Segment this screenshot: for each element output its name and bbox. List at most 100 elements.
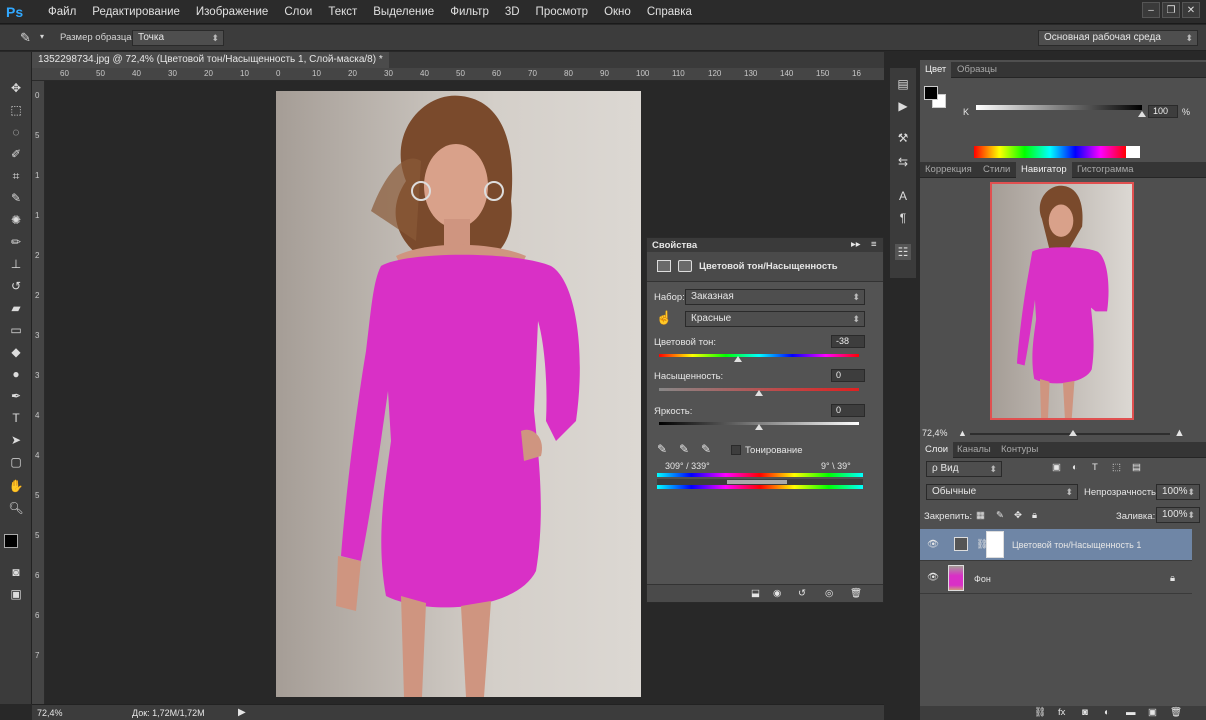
visibility-eye-icon[interactable]: 👁︎ bbox=[927, 572, 939, 583]
new-layer-icon[interactable]: ▣ bbox=[1148, 707, 1157, 718]
targeted-adjustment-hand-icon[interactable]: ☝ bbox=[656, 310, 672, 326]
saturation-value-input[interactable]: 0 bbox=[831, 369, 865, 382]
menu-item[interactable]: Слои bbox=[276, 6, 320, 18]
menu-item[interactable]: Редактирование bbox=[84, 6, 188, 18]
colorize-checkbox[interactable] bbox=[731, 445, 741, 455]
zoom-out-icon[interactable]: ▲ bbox=[958, 428, 967, 438]
layer-style-icon[interactable]: fx bbox=[1058, 707, 1065, 718]
blur-tool-icon[interactable]: ◆ bbox=[8, 344, 24, 360]
brush-tool-icon[interactable]: ✏ bbox=[8, 234, 24, 250]
k-slider-track[interactable] bbox=[976, 105, 1142, 110]
new-group-icon[interactable]: ▬ bbox=[1126, 707, 1136, 718]
foreground-color-swatch[interactable] bbox=[4, 534, 18, 548]
saturation-slider-thumb[interactable] bbox=[755, 390, 763, 396]
delete-layer-icon[interactable]: 🗑︎ bbox=[1170, 707, 1182, 718]
tab-color[interactable]: Цвет bbox=[920, 62, 952, 78]
hue-slider-thumb[interactable] bbox=[733, 356, 742, 362]
hue-value-input[interactable]: -38 bbox=[831, 335, 865, 348]
color-spectrum-ramp[interactable] bbox=[974, 146, 1140, 158]
shape-tool-icon[interactable]: ▢ bbox=[8, 454, 24, 470]
menu-item[interactable]: Просмотр bbox=[528, 6, 597, 18]
properties-panel-icon[interactable]: ☷ bbox=[895, 244, 911, 260]
menu-item[interactable]: Изображение bbox=[188, 6, 276, 18]
hand-tool-icon[interactable]: ✋ bbox=[8, 478, 24, 494]
link-layers-icon[interactable]: ⛓ bbox=[1034, 707, 1046, 718]
menu-item[interactable]: Фильтр bbox=[442, 6, 497, 18]
tab-navigator[interactable]: Навигатор bbox=[1016, 162, 1072, 178]
menu-item[interactable]: Файл bbox=[40, 6, 84, 18]
menu-item[interactable]: 3D bbox=[497, 6, 528, 18]
gradient-tool-icon[interactable]: ▭ bbox=[8, 322, 24, 338]
lightness-value-input[interactable]: 0 bbox=[831, 404, 865, 417]
crop-tool-icon[interactable]: ⌗ bbox=[8, 168, 24, 184]
panel-menu-icon[interactable]: ≡ bbox=[871, 239, 877, 250]
visibility-eye-icon[interactable]: 👁︎ bbox=[927, 539, 939, 550]
menu-item[interactable]: Справка bbox=[639, 6, 700, 18]
layer-mask-icon[interactable] bbox=[678, 260, 692, 272]
blend-mode-select[interactable]: Обычные bbox=[926, 484, 1078, 500]
opacity-input[interactable]: 100% bbox=[1156, 484, 1200, 500]
layer-row-background[interactable]: 👁︎ Фон 🔒︎ bbox=[920, 562, 1192, 594]
clip-to-layer-icon[interactable]: ⬓ bbox=[751, 588, 760, 599]
navigator-preview[interactable] bbox=[990, 182, 1134, 420]
channel-select[interactable]: Красные bbox=[685, 311, 865, 327]
filter-pixel-icon[interactable]: ▣ bbox=[1052, 462, 1061, 473]
path-select-icon[interactable]: ➤ bbox=[8, 432, 24, 448]
eraser-tool-icon[interactable]: ▰ bbox=[8, 300, 24, 316]
reset-icon[interactable]: ↺ bbox=[798, 588, 806, 599]
type-tool-icon[interactable]: T bbox=[8, 410, 24, 426]
filter-smart-icon[interactable]: ▤ bbox=[1132, 462, 1141, 473]
layer-filter-select[interactable]: ρ Вид bbox=[926, 461, 1002, 477]
layer-mask-thumbnail[interactable] bbox=[986, 531, 1004, 558]
status-zoom[interactable]: 72,4% bbox=[37, 708, 63, 718]
filter-shape-icon[interactable]: ⬚ bbox=[1112, 462, 1121, 473]
visibility-icon[interactable]: ◎ bbox=[825, 588, 833, 599]
layer-row-hue-saturation[interactable]: 👁︎ ⛓ Цветовой тон/Насыщенность 1 bbox=[920, 529, 1192, 561]
lock-transparency-icon[interactable]: ▦ bbox=[976, 510, 985, 521]
color-foreground-swatch[interactable] bbox=[924, 86, 938, 100]
filter-adjustment-icon[interactable]: ◐ bbox=[1072, 462, 1078, 473]
layer-name[interactable]: Цветовой тон/Насыщенность 1 bbox=[1012, 540, 1141, 550]
tab-swatches[interactable]: Образцы bbox=[952, 62, 1002, 78]
restore-icon[interactable]: ❐ bbox=[1162, 2, 1180, 18]
quick-mask-icon[interactable]: ◙ bbox=[8, 564, 24, 580]
move-tool-icon[interactable]: ✥ bbox=[8, 80, 24, 96]
fill-input[interactable]: 100% bbox=[1156, 507, 1200, 523]
paragraph-panel-icon[interactable]: ¶ bbox=[895, 210, 911, 226]
eyedropper-icon[interactable]: ✎ bbox=[657, 442, 667, 456]
add-mask-icon[interactable]: ◙ bbox=[1082, 707, 1088, 718]
brush-panel-icon[interactable]: ⚒ bbox=[895, 130, 911, 146]
pen-tool-icon[interactable]: ✒ bbox=[8, 388, 24, 404]
preset-select[interactable]: Заказная bbox=[685, 289, 865, 305]
marquee-tool-icon[interactable]: ⬚ bbox=[8, 102, 24, 118]
clone-source-icon[interactable]: ⇆ bbox=[895, 154, 911, 170]
eyedropper-icon[interactable]: ✎ bbox=[20, 30, 31, 46]
quick-select-icon[interactable]: ✐ bbox=[8, 146, 24, 162]
lock-position-icon[interactable]: ✥ bbox=[1014, 510, 1022, 521]
minimize-icon[interactable]: – bbox=[1142, 2, 1160, 18]
filter-type-icon[interactable]: T bbox=[1092, 462, 1098, 473]
menu-item[interactable]: Окно bbox=[596, 6, 639, 18]
dodge-tool-icon[interactable]: ● bbox=[8, 366, 24, 382]
tab-adjustments[interactable]: Коррекция bbox=[920, 162, 977, 178]
character-panel-icon[interactable]: A bbox=[895, 188, 911, 204]
eyedropper-minus-icon[interactable]: ✎ bbox=[701, 442, 711, 456]
layer-name[interactable]: Фон bbox=[974, 574, 991, 584]
tab-styles[interactable]: Стили bbox=[978, 162, 1015, 178]
close-icon[interactable]: ✕ bbox=[1182, 2, 1200, 18]
status-menu-arrow-icon[interactable]: ▶ bbox=[238, 707, 246, 718]
tab-channels[interactable]: Каналы bbox=[952, 442, 996, 458]
view-previous-icon[interactable]: ◉ bbox=[773, 588, 781, 599]
k-slider-thumb[interactable] bbox=[1138, 111, 1146, 117]
delete-icon[interactable]: 🗑︎ bbox=[850, 588, 862, 599]
actions-panel-icon[interactable]: ▶ bbox=[895, 98, 911, 114]
eyedropper-plus-icon[interactable]: ✎ bbox=[679, 442, 689, 456]
navigator-zoom-thumb[interactable] bbox=[1069, 430, 1077, 436]
lock-all-icon[interactable]: 🔒︎ bbox=[1032, 510, 1037, 521]
sample-size-select[interactable]: Точка bbox=[132, 30, 224, 46]
tab-histogram[interactable]: Гистограмма bbox=[1072, 162, 1139, 178]
menu-item[interactable]: Текст bbox=[320, 6, 365, 18]
healing-brush-icon[interactable]: ✺ bbox=[8, 212, 24, 228]
lightness-slider-thumb[interactable] bbox=[755, 424, 763, 430]
workspace-select[interactable]: Основная рабочая среда bbox=[1038, 30, 1198, 46]
